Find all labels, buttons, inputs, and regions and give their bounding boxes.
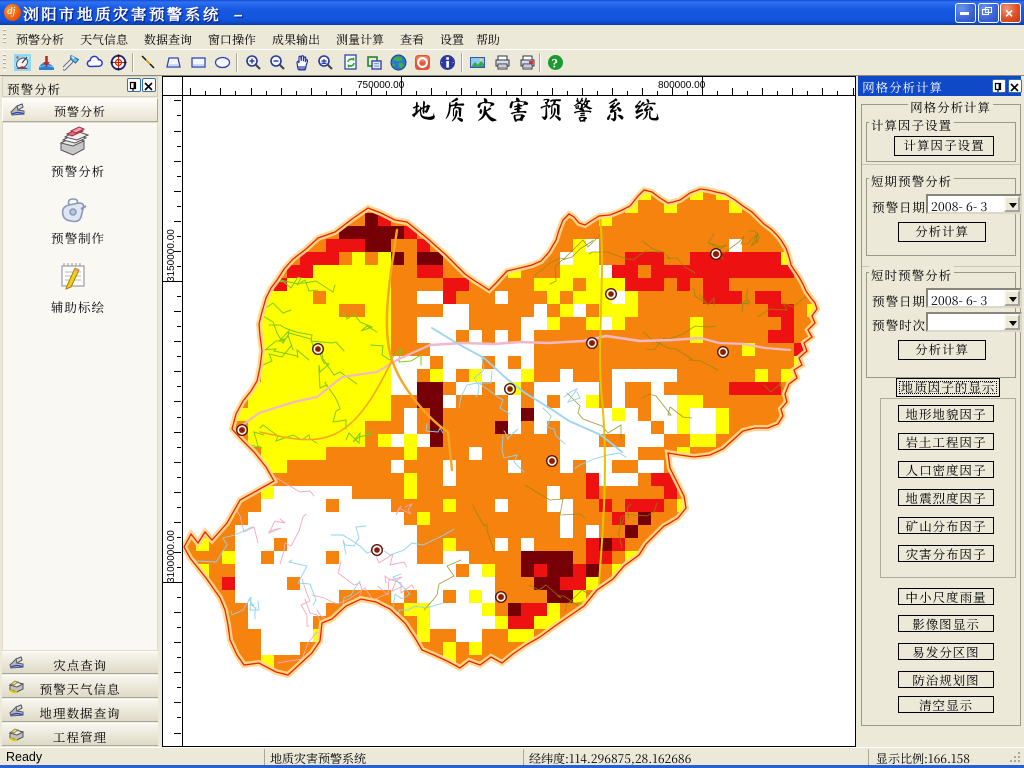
svg-text:?: ? [552, 56, 559, 71]
